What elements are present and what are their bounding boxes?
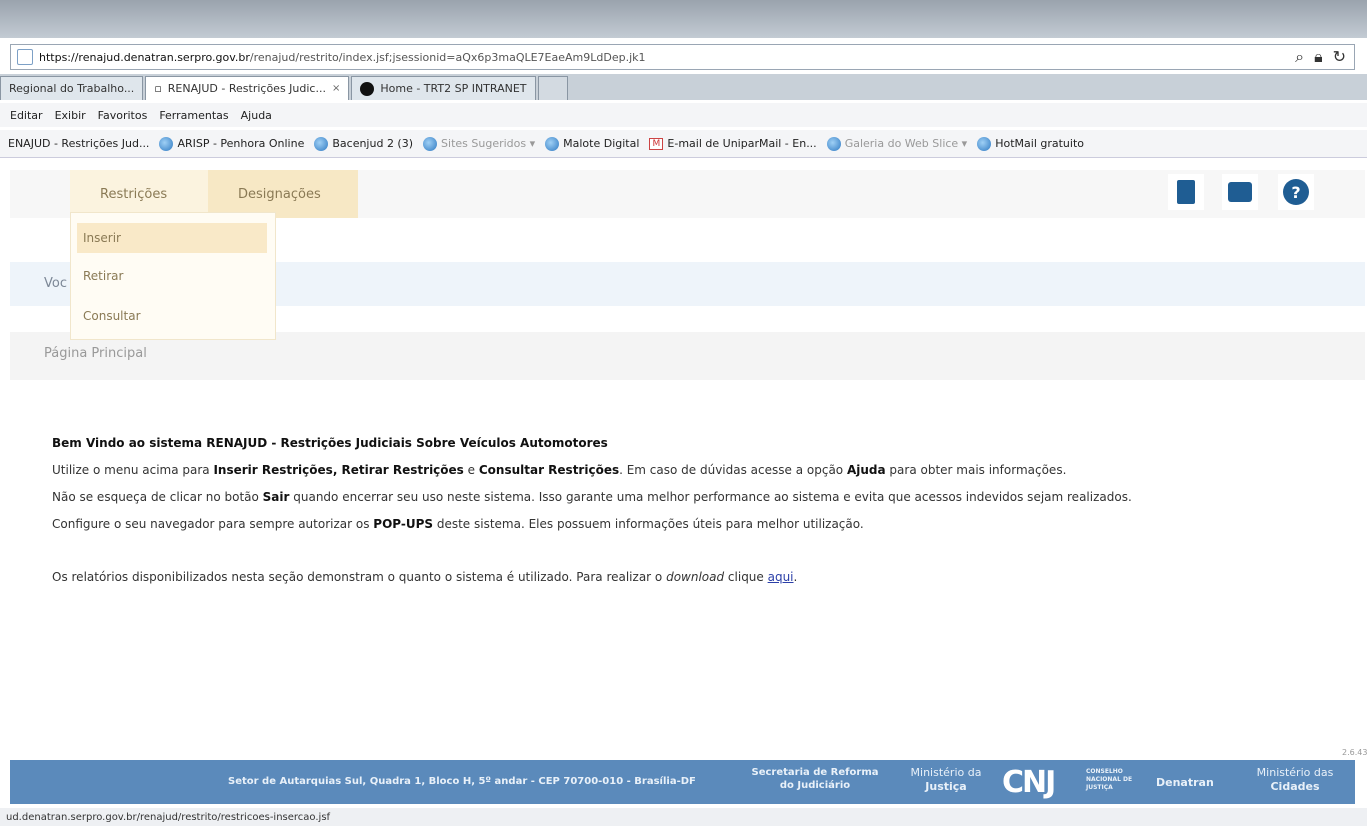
menu-item-inserir[interactable]: Inserir [77,223,267,253]
footer-ministerio-justica: Ministério da Justiça [910,766,982,794]
paragraph-logout-note: Não se esqueça de clicar no botão Sair q… [52,490,1132,504]
page-icon [17,49,33,65]
ie-icon [159,136,174,151]
favorite-arisp[interactable]: ARISP - Penhora Online [159,136,304,151]
menu-editar[interactable]: Editar [10,109,43,122]
ie-icon [977,136,992,151]
favorite-sites-sugeridos[interactable]: Sites Sugeridos ▾ [423,136,535,151]
mail-icon: M [649,137,664,150]
welcome-heading: Bem Vindo ao sistema RENAJUD - Restriçõe… [52,436,608,450]
paragraph-reports: Os relatórios disponibilizados nesta seç… [52,570,798,584]
trt-logo-icon [360,81,375,96]
favorite-malote-digital[interactable]: Malote Digital [545,136,639,151]
clipboard-icon[interactable] [1168,174,1204,210]
nav-restricoes[interactable]: Restrições [70,170,208,218]
favorite-bacenjud[interactable]: Bacenjud 2 (3) [314,136,413,151]
status-bar: ud.denatran.serpro.gov.br/renajud/restri… [0,808,1367,826]
ie-icon [826,136,841,151]
browser-window: https://renajud.denatran.serpro.gov.br/r… [0,0,1367,826]
address-bar[interactable]: https://renajud.denatran.serpro.gov.br/r… [10,44,1355,70]
version-label: 2.6.43 [1342,748,1367,757]
site-top-nav: Restrições Designações ? [10,170,1365,218]
download-link[interactable]: aqui [768,570,794,584]
tab-renajud[interactable]: ▫ RENAJUD - Restrições Judic... × [145,76,350,100]
ie-icon [423,136,438,151]
footer-secretaria: Secretaria de Reforma do Judiciário [751,767,879,791]
breadcrumb-label: Página Principal [44,346,147,361]
cnj-logo: CNJ [1002,765,1056,800]
menu-favoritos[interactable]: Favoritos [98,109,148,122]
favorites-bar: ENAJUD - Restrições Jud... ARISP - Penho… [0,130,1367,158]
tab-regional[interactable]: Regional do Trabalho... [0,76,144,100]
lock-icon[interactable]: 🔒︎ [1314,47,1323,67]
footer-denatran: Denatran [1156,776,1214,789]
status-url: ud.denatran.serpro.gov.br/renajud/restri… [6,811,331,823]
page-footer: Setor de Autarquias Sul, Quadra 1, Bloco… [10,760,1355,804]
close-tab-icon[interactable]: × [332,83,340,94]
menu-item-consultar[interactable]: Consultar [77,301,267,331]
ie-icon [314,136,329,151]
menu-exibir[interactable]: Exibir [55,109,86,122]
new-tab-button[interactable] [537,76,568,100]
window-titlebar [0,0,1367,38]
footer-ministerio-cidades: Ministério das Cidades [1256,766,1334,794]
cnj-logo-text: CONSELHO NACIONAL DE JUSTIÇA [1086,768,1133,791]
menu-item-retirar[interactable]: Retirar [77,261,267,291]
refresh-icon[interactable]: ↻ [1333,47,1346,67]
footer-address: Setor de Autarquias Sul, Quadra 1, Bloco… [228,776,696,787]
restricoes-dropdown: Inserir Retirar Consultar [70,212,276,340]
main-content: Bem Vindo ao sistema RENAJUD - Restriçõe… [52,436,1317,597]
welcome-text: Voc [44,276,67,291]
help-icon[interactable]: ? [1278,174,1314,210]
page-icon: ▫ [154,82,162,95]
favorite-hotmail[interactable]: HotMail gratuito [977,136,1084,151]
ie-icon [545,136,560,151]
menu-ferramentas[interactable]: Ferramentas [159,109,228,122]
print-icon[interactable] [1222,174,1258,210]
search-icon[interactable]: ⌕ [1295,47,1304,67]
tab-strip: Regional do Trabalho... ▫ RENAJUD - Rest… [0,74,1367,100]
paragraph-menu-help: Utilize o menu acima para Inserir Restri… [52,463,1067,477]
url-text[interactable]: https://renajud.denatran.serpro.gov.br/r… [39,51,1295,64]
menu-ajuda[interactable]: Ajuda [241,109,272,122]
favorite-email[interactable]: M E-mail de UniparMail - En... [649,137,817,150]
paragraph-popups-note: Configure o seu navegador para sempre au… [52,517,864,531]
favorite-web-slice[interactable]: Galeria do Web Slice ▾ [826,136,967,151]
favorite-renajud[interactable]: ENAJUD - Restrições Jud... [8,137,149,150]
nav-designacoes[interactable]: Designações [208,170,358,218]
tab-trt2[interactable]: Home - TRT2 SP INTRANET [351,76,536,100]
menu-bar: Editar Exibir Favoritos Ferramentas Ajud… [0,103,1367,127]
